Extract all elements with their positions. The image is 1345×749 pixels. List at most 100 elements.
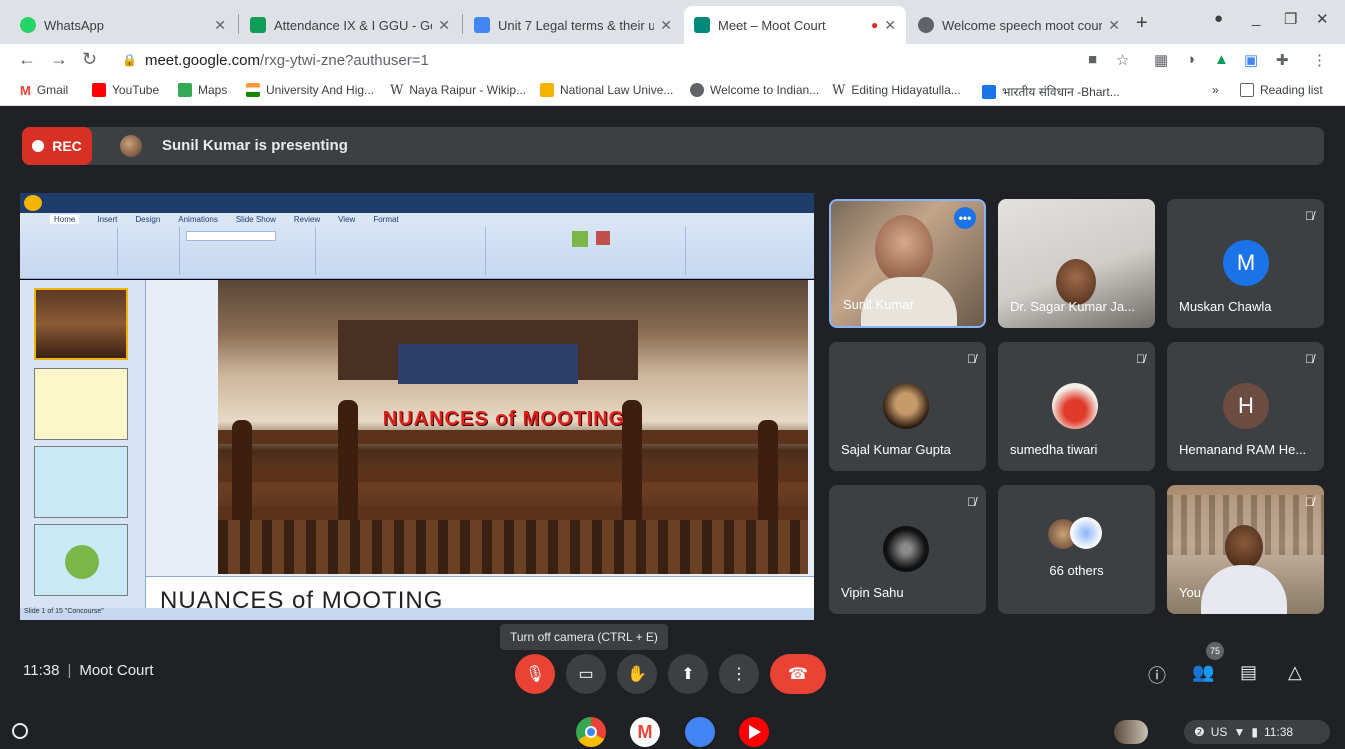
reading-list[interactable]: Reading list — [1240, 83, 1323, 97]
more-options-icon[interactable]: ••• — [954, 207, 976, 229]
notification-icon: ❷ — [1194, 725, 1205, 739]
more-bookmarks-icon[interactable]: » — [1212, 83, 1219, 97]
camera-icon: ▭ — [578, 666, 594, 683]
battery-icon: ▮ — [1251, 725, 1258, 739]
close-tab-icon[interactable]: ✕ — [1108, 17, 1120, 34]
slide-thumbnail[interactable] — [34, 524, 128, 596]
bookmark-welcome-indian[interactable]: Welcome to Indian... — [690, 83, 819, 97]
screencast-icon[interactable]: ▣ — [1244, 51, 1258, 69]
powerpoint-titlebar — [20, 193, 814, 213]
shared-screen[interactable]: Home Insert Design Animations Slide Show Revi… — [20, 193, 814, 620]
university-logo-icon — [540, 83, 554, 97]
camera-tooltip: Turn off camera (CTRL + E) — [500, 624, 668, 650]
participant-tile-others[interactable]: 66 others — [998, 485, 1155, 614]
meet-stage: REC Sunil Kumar is presenting Home Insert… — [0, 106, 1345, 714]
recording-button[interactable]: REC — [22, 127, 92, 165]
chat-icon[interactable]: ▤ — [1240, 662, 1257, 683]
slide-thumbnail[interactable] — [34, 446, 128, 518]
ribbon-clipboard — [20, 227, 118, 275]
participant-name: Muskan Chawla — [1179, 299, 1272, 314]
tab-welcome-speech[interactable]: Welcome speech moot court ✕ — [908, 6, 1130, 44]
mic-off-button[interactable]: 🎙 — [515, 654, 555, 694]
url-path: /rxg-ytwi-zne?authuser=1 — [260, 51, 429, 69]
profile-icon[interactable]: ● — [1214, 10, 1223, 27]
bookmark-editing-hidayatulla[interactable]: W Editing Hidayatulla... — [832, 83, 961, 98]
participant-tile-sajal-kumar-gupta[interactable]: 🎙̸ Sajal Kumar Gupta — [829, 342, 986, 471]
presenter-avatar — [120, 135, 142, 157]
maximize-icon[interactable]: ❐ — [1284, 10, 1297, 28]
youtube-icon[interactable] — [739, 717, 769, 747]
address-bar[interactable]: 🔒 meet.google.com/rxg-ytwi-zne?authuser=… — [110, 46, 1140, 74]
participant-tile-hemanand-ram[interactable]: 🎙̸ H Hemanand RAM He... — [1167, 342, 1324, 471]
bookmark-naya-raipur[interactable]: W Naya Raipur - Wikip... — [390, 83, 526, 98]
close-window-icon[interactable]: ✕ — [1316, 10, 1329, 28]
bookmark-star-icon[interactable]: ☆ — [1116, 51, 1129, 69]
ribbon-drawing — [486, 227, 686, 275]
slide-thumbnail[interactable] — [34, 288, 128, 360]
chrome-icon[interactable] — [576, 717, 606, 747]
leave-call-button[interactable]: ☎ — [770, 654, 826, 694]
extension-icon[interactable]: ◑ — [1186, 51, 1195, 68]
system-tray[interactable]: ❷ US ▼ ▮ 11:38 — [1184, 720, 1330, 744]
puzzle-extensions-icon[interactable]: ✚ — [1276, 51, 1289, 69]
minimize-icon[interactable]: _ — [1252, 10, 1260, 27]
participant-tile-sunil-kumar[interactable]: ••• Sunil Kumar — [829, 199, 986, 328]
close-tab-icon[interactable]: ✕ — [438, 17, 450, 34]
slide-canvas: NUANCES of MOOTING NUANCES of MOOTING — [146, 280, 814, 614]
raise-hand-button[interactable]: ✋ — [617, 654, 657, 694]
menu-kebab-icon[interactable]: ⋮ — [1312, 51, 1327, 69]
camera-button[interactable]: ▭ — [566, 654, 606, 694]
muted-mic-icon: 🎙̸ — [1136, 352, 1145, 366]
camera-in-use-icon[interactable]: ■ — [1088, 51, 1097, 68]
participant-tile-sumedha-tiwari[interactable]: 🎙̸ sumedha tiwari — [998, 342, 1155, 471]
bookmark-youtube[interactable]: YouTube — [92, 83, 159, 97]
gmail-icon[interactable]: M — [630, 717, 660, 747]
close-tab-icon[interactable]: ✕ — [884, 17, 896, 34]
drive-extension-icon[interactable]: ▲ — [1214, 51, 1229, 68]
tab-whatsapp[interactable]: WhatsApp ✕ — [10, 6, 236, 44]
close-tab-icon[interactable]: ✕ — [660, 17, 672, 34]
participant-tile-sagar-kumar[interactable]: Dr. Sagar Kumar Ja... — [998, 199, 1155, 328]
tab-meet[interactable]: Meet – Moot Court ● ✕ — [684, 6, 906, 44]
present-now-button[interactable]: ⬆ — [668, 654, 708, 694]
bookmark-university[interactable]: University And Hig... — [246, 83, 374, 97]
wifi-icon: ▼ — [1233, 725, 1246, 739]
url-host: meet.google.com — [144, 51, 261, 69]
meeting-details-icon[interactable]: ⓘ — [1148, 662, 1166, 688]
muted-mic-icon: 🎙̸ — [1305, 352, 1314, 366]
recording-indicator-icon: ● — [871, 18, 879, 32]
wikipedia-icon: W — [832, 83, 846, 98]
participant-tile-muskan-chawla[interactable]: 🎙̸ M Muskan Chawla — [1167, 199, 1324, 328]
avatar: H — [1223, 383, 1269, 429]
forward-icon[interactable]: → — [50, 49, 68, 70]
tab-attendance[interactable]: Attendance IX & I GGU - Googl ✕ — [240, 6, 460, 44]
new-tab-plus-icon[interactable]: + — [1136, 12, 1148, 35]
flag-icon — [246, 83, 260, 97]
constitution-site-icon — [982, 84, 996, 99]
screen-share-thumbnail[interactable] — [1114, 720, 1148, 744]
people-icon[interactable]: 👥 — [1192, 662, 1214, 683]
participant-tile-you[interactable]: 🎙̸ You — [1167, 485, 1324, 614]
ribbon-slides — [118, 227, 180, 275]
back-icon[interactable]: ← — [18, 49, 36, 70]
reading-list-icon — [1240, 83, 1254, 97]
more-options-button[interactable]: ⋮ — [719, 654, 759, 694]
tab-unit7[interactable]: Unit 7 Legal terms & their usag ✕ — [464, 6, 682, 44]
bookmark-national-law[interactable]: National Law Unive... — [540, 83, 673, 97]
ribbon-paragraph — [316, 227, 486, 275]
slide-thumbnail[interactable] — [34, 368, 128, 440]
launcher-icon[interactable] — [12, 723, 28, 739]
bookmark-bhartiya-samvidhan[interactable]: भारतीय संविधान -Bhart... — [982, 83, 1120, 100]
participant-tile-vipin-sahu[interactable]: 🎙̸ Vipin Sahu — [829, 485, 986, 614]
bookmark-gmail[interactable]: M Gmail — [20, 83, 68, 98]
apps-grid-icon[interactable]: ▦ — [1154, 51, 1168, 69]
avatar — [1052, 383, 1098, 429]
present-icon: ⬆ — [681, 666, 695, 683]
close-tab-icon[interactable]: ✕ — [214, 17, 226, 34]
docs-icon[interactable] — [685, 717, 715, 747]
activities-icon[interactable]: △ — [1288, 662, 1302, 683]
reload-icon[interactable]: ↻ — [82, 49, 97, 70]
bookmark-maps[interactable]: Maps — [178, 83, 227, 97]
system-time: 11:38 — [1263, 725, 1294, 739]
avatar — [883, 383, 929, 429]
